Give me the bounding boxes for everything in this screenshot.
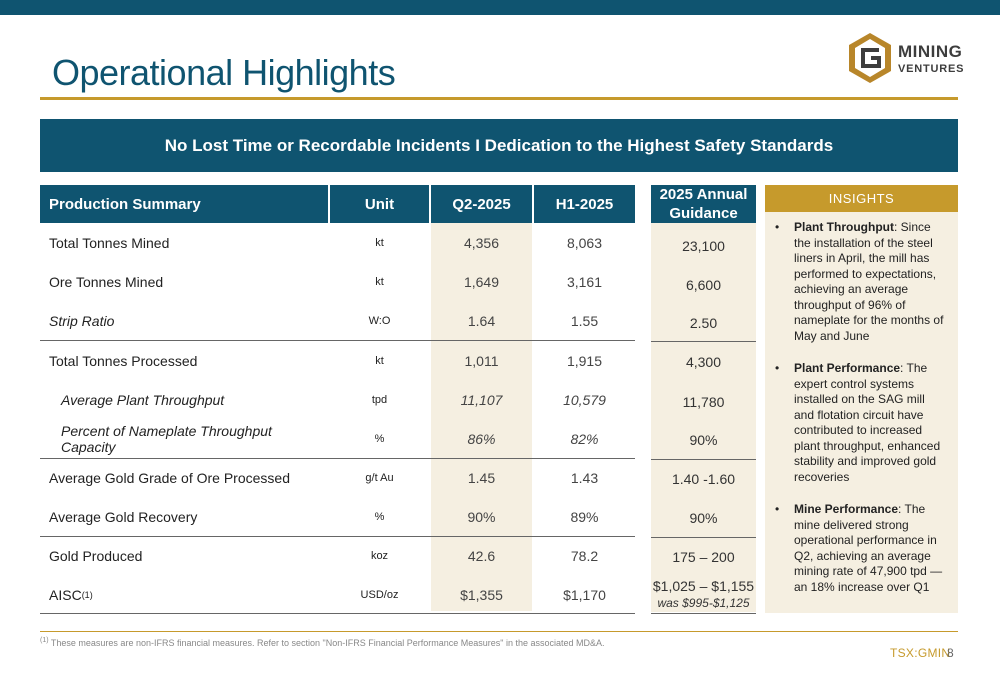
- row-label: Total Tonnes Mined: [49, 234, 170, 251]
- row-q2-value: 11,107: [460, 391, 503, 408]
- row-label: Gold Produced: [49, 547, 143, 564]
- row-guidance-value: 11,780: [682, 393, 725, 410]
- table-row: Average Plant Throughput tpd 11,107 10,5…: [40, 380, 635, 419]
- row-h1-value: 89%: [570, 508, 599, 525]
- table-row: AISC (1) USD/oz $1,355 $1,170: [40, 575, 635, 614]
- header-production-summary: Production Summary: [40, 185, 328, 223]
- row-q2-value: 42.6: [467, 547, 496, 564]
- row-guidance-value: $1,025 – $1,155 was $995-$1,125: [651, 575, 756, 614]
- row-q2-value: 4,356: [463, 234, 500, 251]
- insight-item: • Plant Throughput: Since the installati…: [775, 220, 948, 344]
- logo-mark-icon: [849, 33, 891, 83]
- row-q2-value: 1,011: [464, 352, 499, 369]
- row-unit: %: [374, 432, 385, 445]
- row-label: Percent of Nameplate Throughput Capacity: [61, 422, 272, 455]
- header-q2-2025: Q2-2025: [431, 185, 532, 223]
- row-label: Average Gold Recovery: [49, 508, 198, 525]
- header-h1-2025: H1-2025: [534, 185, 635, 223]
- table-row: Average Gold Recovery % 90% 89%: [40, 497, 635, 536]
- row-label: Total Tonnes Processed: [49, 352, 198, 369]
- row-guidance-value: 23,100: [682, 237, 725, 254]
- logo-text-top: MINING: [898, 42, 963, 61]
- row-q2-value: 86%: [467, 430, 496, 447]
- insight-text: : Since the installation of the steel li…: [794, 220, 944, 343]
- row-unit: W:O: [368, 314, 391, 327]
- page-number: 8: [947, 646, 954, 660]
- row-unit: koz: [370, 549, 389, 562]
- row-h1-value: 78.2: [570, 547, 599, 564]
- bullet-icon: •: [775, 361, 780, 375]
- row-q2-value: 90%: [467, 508, 496, 525]
- row-label: Strip Ratio: [49, 312, 115, 329]
- top-bar: [0, 0, 1000, 15]
- table-row: Total Tonnes Processed kt 1,011 1,915: [40, 341, 635, 380]
- table-row: Ore Tonnes Mined kt 1,649 3,161: [40, 262, 635, 301]
- row-q2-value: 1,649: [463, 273, 500, 290]
- aisc-footnote-ref: (1): [81, 589, 93, 600]
- row-guidance-value: 4,300: [685, 353, 722, 370]
- table-bottom-rule: [40, 613, 635, 614]
- table-row: Average Gold Grade of Ore Processed g/t …: [40, 458, 635, 497]
- row-q2-value: $1,355: [460, 586, 503, 603]
- row-h1-value: 1,915: [566, 352, 603, 369]
- aisc-guidance-previous: was $995-$1,125: [657, 595, 750, 610]
- insight-text: : The expert control systems installed o…: [794, 361, 941, 484]
- footnote-marker: (1): [40, 637, 49, 644]
- insights-title: INSIGHTS: [765, 185, 958, 212]
- stock-ticker: TSX:GMIN: [890, 646, 951, 660]
- company-logo: MINING VENTURES: [848, 32, 968, 84]
- aisc-label: AISC: [49, 586, 82, 603]
- row-unit: kt: [375, 354, 384, 367]
- table-row: Strip Ratio W:O 1.64 1.55: [40, 301, 635, 340]
- table-bottom-rule: [651, 613, 756, 614]
- row-unit: %: [374, 510, 385, 523]
- bullet-icon: •: [775, 502, 780, 516]
- insight-item: • Plant Performance: The expert control …: [775, 361, 948, 485]
- table-row: Total Tonnes Mined kt 4,356 8,063: [40, 223, 635, 262]
- insight-title: Plant Throughput: [794, 220, 894, 234]
- table-row: Gold Produced koz 42.6 78.2: [40, 536, 635, 575]
- row-guidance-value: 1.40 -1.60: [671, 470, 736, 487]
- footer-rule: [40, 631, 958, 632]
- footnote: (1) These measures are non-IFRS financia…: [40, 637, 605, 648]
- bullet-icon: •: [775, 220, 780, 234]
- row-h1-value: 1.55: [570, 312, 599, 329]
- title-rule: [40, 97, 958, 100]
- page-title: Operational Highlights: [52, 52, 396, 93]
- row-guidance-value: 175 – 200: [672, 548, 735, 565]
- header-unit: Unit: [330, 185, 429, 223]
- header-annual-guidance: 2025 Annual Guidance: [651, 185, 756, 223]
- logo-text-bottom: VENTURES: [898, 63, 965, 75]
- row-guidance-value: 2.50: [689, 314, 718, 331]
- row-unit: kt: [375, 236, 384, 249]
- row-h1-value: $1,170: [563, 586, 606, 603]
- table-row: Percent of Nameplate Throughput Capacity…: [40, 419, 635, 458]
- row-unit: kt: [375, 275, 384, 288]
- row-guidance-value: 90%: [689, 431, 718, 448]
- row-q2-value: 1.64: [467, 312, 496, 329]
- row-h1-value: 10,579: [563, 391, 606, 408]
- row-unit: USD/oz: [360, 588, 399, 601]
- row-h1-value: 82%: [570, 430, 599, 447]
- aisc-guidance: $1,025 – $1,155: [652, 577, 755, 594]
- row-guidance-value: 6,600: [685, 276, 722, 293]
- insight-item: • Mine Performance: The mine delivered s…: [775, 502, 948, 595]
- row-guidance-value: 90%: [689, 509, 718, 526]
- insight-title: Plant Performance: [794, 361, 901, 375]
- row-label: Average Gold Grade of Ore Processed: [49, 469, 290, 486]
- row-h1-value: 3,161: [566, 273, 603, 290]
- row-unit: tpd: [371, 393, 388, 406]
- row-label: Average Plant Throughput: [61, 391, 225, 408]
- row-h1-value: 8,063: [566, 234, 603, 251]
- row-label: AISC (1): [49, 575, 329, 614]
- row-h1-value: 1.43: [570, 469, 599, 486]
- safety-banner: No Lost Time or Recordable Incidents I D…: [40, 119, 958, 172]
- insights-panel: • Plant Throughput: Since the installati…: [765, 212, 958, 613]
- footnote-text: These measures are non-IFRS financial me…: [50, 638, 605, 648]
- row-unit: g/t Au: [365, 471, 394, 484]
- row-q2-value: 1.45: [467, 469, 496, 486]
- insight-title: Mine Performance: [794, 502, 899, 516]
- row-label: Ore Tonnes Mined: [49, 273, 164, 290]
